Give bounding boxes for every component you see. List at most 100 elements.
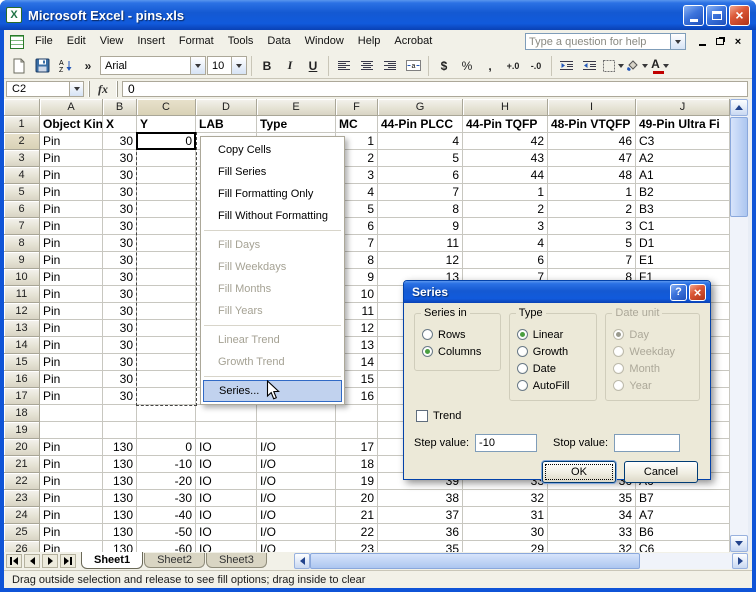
column-header-c[interactable]: C <box>137 99 196 116</box>
menu-format[interactable]: Format <box>172 32 221 51</box>
cell-a10[interactable]: Pin <box>40 269 103 286</box>
increase-indent-button[interactable] <box>579 55 601 77</box>
cell-c8[interactable] <box>137 235 196 252</box>
cell-c6[interactable] <box>137 201 196 218</box>
column-header-b[interactable]: B <box>103 99 137 116</box>
cell-f23[interactable]: 20 <box>336 490 378 507</box>
row-header-10[interactable]: 10 <box>4 269 40 286</box>
borders-button[interactable] <box>602 55 624 77</box>
cell-b10[interactable]: 30 <box>103 269 137 286</box>
toolbar-overflow-button[interactable]: » <box>77 55 99 77</box>
cell-a26[interactable]: Pin <box>40 541 103 552</box>
cell-g4[interactable]: 6 <box>378 167 463 184</box>
column-header-a[interactable]: A <box>40 99 103 116</box>
maximize-button[interactable] <box>706 4 727 26</box>
cell-h6[interactable]: 2 <box>463 201 548 218</box>
cell-g1[interactable]: 44-Pin PLCC <box>378 116 463 133</box>
row-header-9[interactable]: 9 <box>4 252 40 269</box>
row-header-3[interactable]: 3 <box>4 150 40 167</box>
cell-e25[interactable]: I/O <box>257 524 336 541</box>
column-header-h[interactable]: H <box>463 99 548 116</box>
italic-button[interactable]: I <box>279 55 301 77</box>
cell-b2[interactable]: 30 <box>103 133 137 150</box>
cell-c13[interactable] <box>137 320 196 337</box>
cell-a8[interactable]: Pin <box>40 235 103 252</box>
cell-j7[interactable]: C1 <box>636 218 730 235</box>
cell-c24[interactable]: -40 <box>137 507 196 524</box>
cell-b12[interactable]: 30 <box>103 303 137 320</box>
horizontal-scrollbar[interactable] <box>294 553 748 569</box>
cell-a24[interactable]: Pin <box>40 507 103 524</box>
row-header-21[interactable]: 21 <box>4 456 40 473</box>
row-header-14[interactable]: 14 <box>4 337 40 354</box>
vertical-scrollbar[interactable] <box>730 99 748 552</box>
row-header-24[interactable]: 24 <box>4 507 40 524</box>
select-all-corner[interactable] <box>4 99 40 116</box>
cell-g26[interactable]: 35 <box>378 541 463 552</box>
trend-checkbox[interactable] <box>416 410 428 422</box>
workbook-minimize-button[interactable] <box>694 34 710 49</box>
cell-c12[interactable] <box>137 303 196 320</box>
row-header-18[interactable]: 18 <box>4 405 40 422</box>
cell-e1[interactable]: Type <box>257 116 336 133</box>
cell-c11[interactable] <box>137 286 196 303</box>
menu-tools[interactable]: Tools <box>221 32 261 51</box>
cell-i5[interactable]: 1 <box>548 184 636 201</box>
cell-b6[interactable]: 30 <box>103 201 137 218</box>
cell-a19[interactable] <box>40 422 103 439</box>
dialog-help-button[interactable]: ? <box>670 283 687 301</box>
menu-help[interactable]: Help <box>351 32 388 51</box>
cell-d23[interactable]: IO <box>196 490 257 507</box>
cell-g9[interactable]: 12 <box>378 252 463 269</box>
row-header-15[interactable]: 15 <box>4 354 40 371</box>
fill-color-button[interactable] <box>625 55 648 77</box>
row-header-20[interactable]: 20 <box>4 439 40 456</box>
cell-c16[interactable] <box>137 371 196 388</box>
step-value-input[interactable] <box>475 433 538 452</box>
row-header-12[interactable]: 12 <box>4 303 40 320</box>
cell-e19[interactable] <box>257 422 336 439</box>
cell-e20[interactable]: I/O <box>257 439 336 456</box>
cell-h9[interactable]: 6 <box>463 252 548 269</box>
menu-item-fill-series[interactable]: Fill Series <box>203 161 342 183</box>
percent-button[interactable]: % <box>456 55 478 77</box>
row-header-7[interactable]: 7 <box>4 218 40 235</box>
menu-insert[interactable]: Insert <box>130 32 172 51</box>
cell-a20[interactable]: Pin <box>40 439 103 456</box>
workbook-restore-button[interactable] <box>712 34 728 49</box>
cell-i7[interactable]: 3 <box>548 218 636 235</box>
cell-f18[interactable] <box>336 405 378 422</box>
radio-linear[interactable]: Linear <box>516 326 591 343</box>
cell-j9[interactable]: E1 <box>636 252 730 269</box>
row-header-8[interactable]: 8 <box>4 235 40 252</box>
cell-g8[interactable]: 11 <box>378 235 463 252</box>
cell-j4[interactable]: A1 <box>636 167 730 184</box>
cell-a15[interactable]: Pin <box>40 354 103 371</box>
cell-h2[interactable]: 42 <box>463 133 548 150</box>
cell-b19[interactable] <box>103 422 137 439</box>
cell-g25[interactable]: 36 <box>378 524 463 541</box>
cell-f1[interactable]: MC <box>336 116 378 133</box>
cell-j5[interactable]: B2 <box>636 184 730 201</box>
cell-b13[interactable]: 30 <box>103 320 137 337</box>
cell-b11[interactable]: 30 <box>103 286 137 303</box>
cell-c23[interactable]: -30 <box>137 490 196 507</box>
cell-a7[interactable]: Pin <box>40 218 103 235</box>
cell-a22[interactable]: Pin <box>40 473 103 490</box>
cell-a17[interactable]: Pin <box>40 388 103 405</box>
cell-b23[interactable]: 130 <box>103 490 137 507</box>
cell-d18[interactable] <box>196 405 257 422</box>
cell-a23[interactable]: Pin <box>40 490 103 507</box>
cell-b7[interactable]: 30 <box>103 218 137 235</box>
column-header-i[interactable]: I <box>548 99 636 116</box>
cell-c5[interactable] <box>137 184 196 201</box>
workbook-close-button[interactable]: × <box>730 34 746 49</box>
cell-a2[interactable]: Pin <box>40 133 103 150</box>
font-size-dropdown-button[interactable] <box>231 57 246 74</box>
cell-h26[interactable]: 29 <box>463 541 548 552</box>
cell-a9[interactable]: Pin <box>40 252 103 269</box>
cell-i8[interactable]: 5 <box>548 235 636 252</box>
column-header-e[interactable]: E <box>257 99 336 116</box>
align-center-button[interactable] <box>356 55 378 77</box>
scroll-right-button[interactable] <box>732 553 748 569</box>
